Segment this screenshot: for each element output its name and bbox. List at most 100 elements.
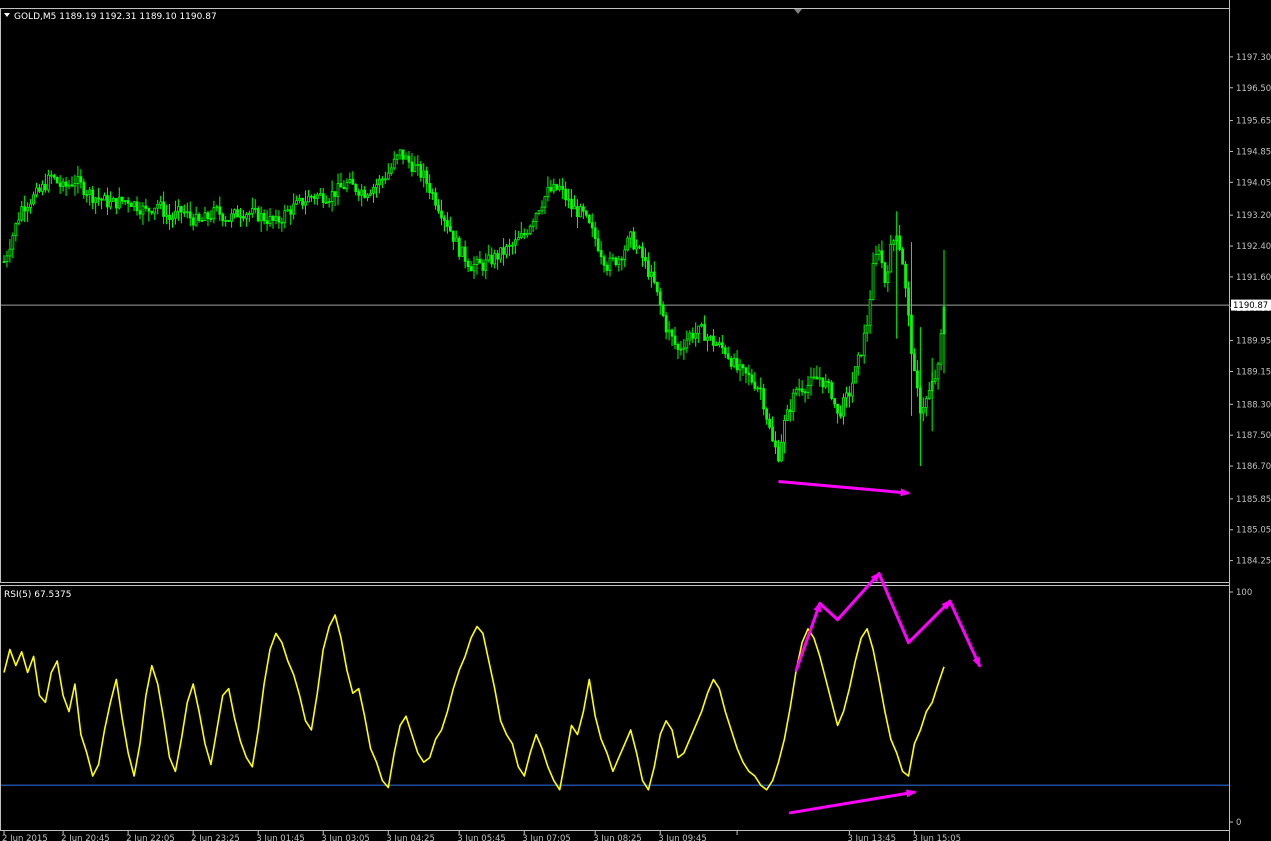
candle-body [64,181,68,187]
candle-body [120,196,124,202]
candle-body [79,176,83,183]
candle-body [605,264,609,271]
candle-body [682,347,686,350]
candle-body [611,257,615,260]
candle-body [661,304,665,316]
candle-body [280,221,284,224]
candle-body [759,387,763,390]
candle-body [848,392,851,397]
candle-body [596,238,600,251]
candle-body [162,201,166,217]
candle-body [673,335,677,345]
candle-body [469,266,473,272]
candle-body [570,198,573,210]
candle-body [590,222,594,229]
candle-body [431,192,434,194]
candle-body [632,231,636,250]
trading-chart[interactable]: GOLD,M5 1189.19 1192.31 1189.10 1190.87 … [0,0,1271,841]
candle-body [221,213,225,222]
candle-body [720,342,724,349]
candle-body [913,353,916,372]
candle-body [685,339,689,349]
candle-body [153,207,157,214]
candle-body [868,299,872,326]
candle-body [499,247,502,260]
candle-body [564,188,568,201]
candle-body [437,204,440,212]
candle-body [939,333,943,365]
candle-body [342,186,346,190]
candle-body [664,315,668,333]
candle-body [735,358,739,371]
candle-body [129,202,133,207]
candle-body [203,212,207,221]
candle-body [809,376,813,386]
candle-body [451,230,455,242]
candle-body [171,217,174,220]
candle-body [135,201,139,212]
candle-body [245,214,248,219]
time-tick-label: 3 Jun 08:25 [593,834,642,841]
candle-body [777,446,780,462]
candle-body [880,250,884,264]
candle-body [484,259,488,271]
price-tick-label: 1191.60 [1236,273,1271,283]
candle-body [839,412,842,417]
candle-body [141,205,145,215]
price-panel-label: GOLD,M5 1189.19 1192.31 1189.10 1190.87 [14,12,217,22]
candle-body [23,206,27,212]
top-ruler [0,0,1229,8]
price-tick-label: 1192.40 [1236,242,1271,252]
candle-body [165,214,168,217]
candle-body [655,281,659,293]
candle-body [218,206,222,215]
candle-body [348,179,352,183]
time-tick-label: 3 Jun 09:45 [658,834,707,841]
candle-body [765,408,769,420]
candle-body [647,260,650,277]
price-tick-label: 1186.70 [1236,462,1271,472]
candle-body [85,194,89,196]
candle-body [239,215,242,218]
candle-body [363,189,367,198]
candle-body [292,203,296,215]
candle-body [927,390,931,400]
candle-body [706,336,709,341]
price-tick-label: 1189.15 [1236,367,1271,377]
candle-body [327,201,331,203]
price-tick-label: 1193.20 [1236,211,1271,221]
candle-body [732,358,736,367]
candle-body [552,184,556,192]
candle-body [493,253,497,265]
candle-body [561,185,565,190]
candle-body [224,220,228,222]
candle-body [892,240,896,245]
price-tick-label: 1194.85 [1236,147,1271,157]
chart-shift-marker-icon[interactable] [794,9,802,14]
candle-body [357,191,361,196]
candle-body [61,181,65,187]
candle-body [833,398,837,405]
candle-body [295,200,299,205]
candle-body [375,184,378,188]
candle-body [301,197,304,206]
candle-body [318,193,322,196]
candle-body [827,380,831,383]
candle-body [472,264,476,272]
time-tick-label: 3 Jun 15:05 [912,834,961,841]
candle-body [250,208,254,214]
candle-body [150,210,154,214]
candle-body [555,184,559,190]
dropdown-triangle-icon[interactable] [4,13,10,17]
candle-body [667,329,671,333]
candle-body [502,247,505,255]
candle-body [791,392,795,412]
candle-body [233,209,236,215]
candle-body [638,246,641,249]
candle-body [103,195,106,201]
candle-body [268,215,272,225]
candle-body [416,164,420,166]
candle-body [159,201,163,205]
candle-body [460,246,464,257]
candle-body [602,256,606,266]
